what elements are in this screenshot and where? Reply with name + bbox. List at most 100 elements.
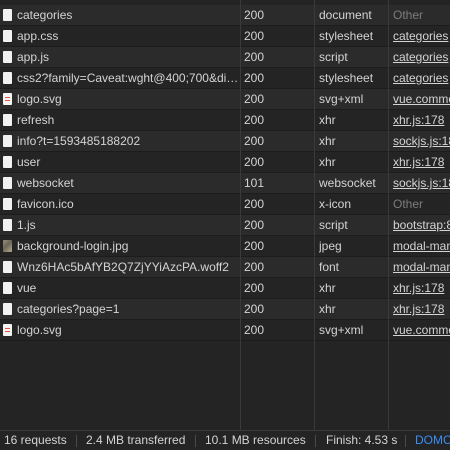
request-name[interactable]: favicon.ico <box>17 194 239 215</box>
request-status: 200 <box>244 323 265 337</box>
request-initiator[interactable]: sockjs.js:18 <box>393 131 450 152</box>
document-icon <box>3 30 12 42</box>
request-status: 200 <box>244 134 265 148</box>
request-type: xhr <box>319 113 336 127</box>
request-initiator[interactable]: vue.common <box>393 89 450 110</box>
request-name[interactable]: css2?family=Caveat:wght@400;700&display=… <box>17 68 239 89</box>
table-row[interactable]: categories 200 document Other <box>0 5 450 26</box>
request-name[interactable]: logo.svg <box>17 89 239 110</box>
table-row[interactable]: info?t=1593485188202 200 xhr sockjs.js:18 <box>0 131 450 152</box>
table-row[interactable]: app.css 200 stylesheet categories <box>0 26 450 47</box>
request-initiator[interactable]: vue.common <box>393 320 450 341</box>
svg-file-icon <box>3 324 12 336</box>
request-name[interactable]: 1.js <box>17 215 239 236</box>
request-status: 200 <box>244 218 265 232</box>
document-icon <box>3 282 12 294</box>
request-name[interactable]: user <box>17 152 239 173</box>
column-divider[interactable] <box>314 0 315 430</box>
column-divider[interactable] <box>388 0 389 430</box>
document-icon <box>3 51 12 63</box>
document-icon <box>3 9 12 21</box>
request-type: xhr <box>319 134 336 148</box>
request-type: xhr <box>319 302 336 316</box>
request-name[interactable]: vue <box>17 278 239 299</box>
document-icon <box>3 198 12 210</box>
request-initiator[interactable]: xhr.js:178 <box>393 278 450 299</box>
request-status: 101 <box>244 176 265 190</box>
request-initiator[interactable]: modal-man <box>393 236 450 257</box>
request-name[interactable]: app.css <box>17 26 239 47</box>
table-row[interactable]: 1.js 200 script bootstrap:8 <box>0 215 450 236</box>
request-initiator[interactable]: xhr.js:178 <box>393 110 450 131</box>
request-status: 200 <box>244 260 265 274</box>
request-status: 200 <box>244 197 265 211</box>
request-status: 200 <box>244 302 265 316</box>
request-name[interactable]: background-login.jpg <box>17 236 239 257</box>
request-status: 200 <box>244 92 265 106</box>
resources-size: 10.1 MB resources <box>205 433 306 447</box>
request-type: x-icon <box>319 197 352 211</box>
table-row[interactable]: logo.svg 200 svg+xml vue.common <box>0 320 450 341</box>
document-icon <box>3 177 12 189</box>
document-icon <box>3 219 12 231</box>
request-type: font <box>319 260 340 274</box>
table-row[interactable]: user 200 xhr xhr.js:178 <box>0 152 450 173</box>
request-type: xhr <box>319 155 336 169</box>
request-type: document <box>319 8 372 22</box>
table-row[interactable]: categories?page=1 200 xhr xhr.js:178 <box>0 299 450 320</box>
table-row[interactable]: websocket 101 websocket sockjs.js:18 <box>0 173 450 194</box>
request-status: 200 <box>244 29 265 43</box>
column-divider[interactable] <box>240 0 241 430</box>
request-initiator[interactable]: modal-man <box>393 257 450 278</box>
request-status: 200 <box>244 71 265 85</box>
table-row[interactable]: css2?family=Caveat:wght@400;700&display=… <box>0 68 450 89</box>
table-row[interactable]: background-login.jpg 200 jpeg modal-man <box>0 236 450 257</box>
network-status-bar: 16 requests 2.4 MB transferred 10.1 MB r… <box>0 430 450 450</box>
request-initiator[interactable]: sockjs.js:18 <box>393 173 450 194</box>
request-name[interactable]: Wnz6HAc5bAfYB2Q7ZjYYiAzcPA.woff2 <box>17 257 239 278</box>
request-status: 200 <box>244 155 265 169</box>
request-initiator[interactable]: categories <box>393 26 450 47</box>
request-count: 16 requests <box>4 433 67 447</box>
request-name[interactable]: app.js <box>17 47 239 68</box>
request-type: stylesheet <box>319 71 374 85</box>
request-type: script <box>319 50 348 64</box>
request-initiator[interactable]: categories <box>393 68 450 89</box>
finish-time: Finish: 4.53 s <box>326 433 398 447</box>
document-icon <box>3 261 12 273</box>
document-icon <box>3 156 12 168</box>
svg-file-icon <box>3 93 12 105</box>
request-initiator: Other <box>393 197 424 211</box>
table-row[interactable]: favicon.ico 200 x-icon Other <box>0 194 450 215</box>
request-name[interactable]: websocket <box>17 173 239 194</box>
transferred-size: 2.4 MB transferred <box>86 433 186 447</box>
image-thumbnail-icon <box>3 240 12 252</box>
request-name[interactable]: info?t=1593485188202 <box>17 131 239 152</box>
request-type: stylesheet <box>319 29 374 43</box>
request-initiator[interactable]: xhr.js:178 <box>393 299 450 320</box>
request-name[interactable]: categories <box>17 5 239 26</box>
request-status: 200 <box>244 239 265 253</box>
divider <box>195 435 196 447</box>
request-name[interactable]: logo.svg <box>17 320 239 341</box>
table-row[interactable]: refresh 200 xhr xhr.js:178 <box>0 110 450 131</box>
request-type: jpeg <box>319 239 342 253</box>
table-row[interactable]: vue 200 xhr xhr.js:178 <box>0 278 450 299</box>
request-initiator[interactable]: categories <box>393 47 450 68</box>
table-row[interactable]: Wnz6HAc5bAfYB2Q7ZjYYiAzcPA.woff2 200 font m… <box>0 257 450 278</box>
request-name[interactable]: refresh <box>17 110 239 131</box>
request-initiator: Other <box>393 8 424 22</box>
request-initiator[interactable]: xhr.js:178 <box>393 152 450 173</box>
request-type: xhr <box>319 281 336 295</box>
request-name[interactable]: categories?page=1 <box>17 299 239 320</box>
request-type: websocket <box>319 176 376 190</box>
request-initiator[interactable]: bootstrap:8 <box>393 215 450 236</box>
dom-content-loaded-time: DOMC <box>415 433 450 447</box>
request-type: svg+xml <box>319 323 364 337</box>
table-row[interactable]: logo.svg 200 svg+xml vue.common <box>0 89 450 110</box>
request-type: svg+xml <box>319 92 364 106</box>
table-row[interactable]: app.js 200 script categories <box>0 47 450 68</box>
network-request-table: categories 200 document Other app.css 200 styl… <box>0 0 450 430</box>
request-type: script <box>319 218 348 232</box>
divider <box>405 435 406 447</box>
